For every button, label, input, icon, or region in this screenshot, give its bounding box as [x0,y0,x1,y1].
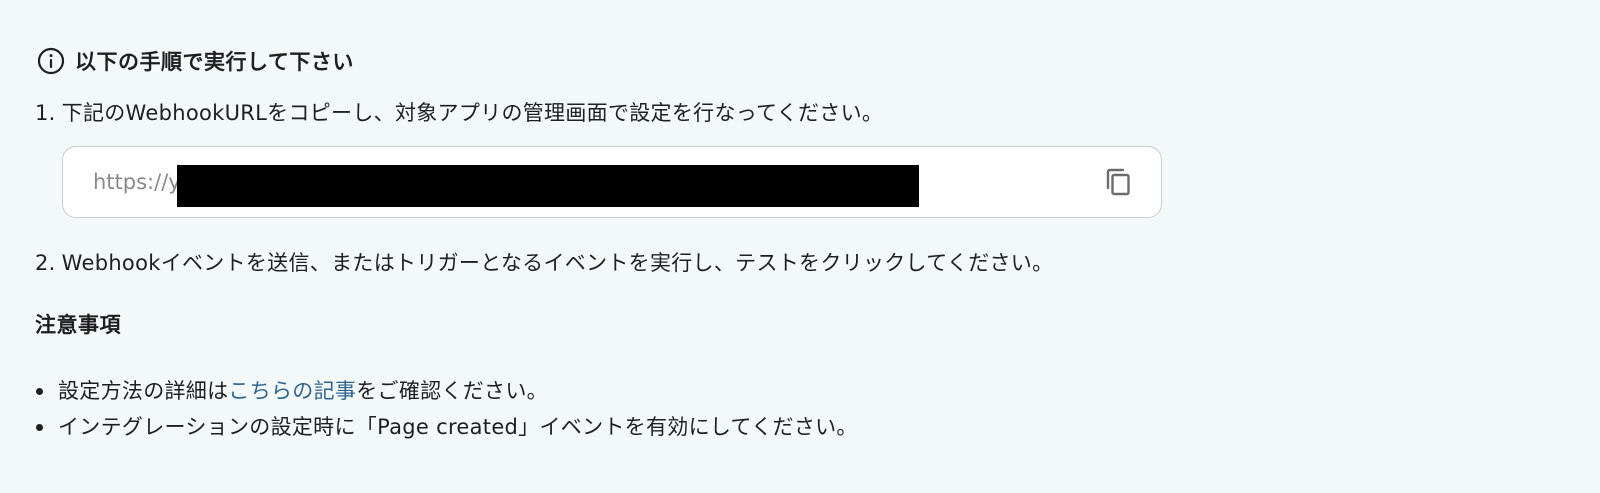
note-1-prefix: 設定方法の詳細は [58,379,229,403]
step-1-number: 1. [35,101,56,125]
list-item: インテグレーションの設定時に「Page created」イベントを有効にしてくだ… [35,409,858,445]
article-link[interactable]: こちらの記事 [228,379,356,403]
notes-list: 設定方法の詳細はこちらの記事をご確認ください。 インテグレーションの設定時に「P… [35,373,858,445]
notes-title: 注意事項 [35,313,121,337]
instructions-heading: 以下の手順で実行して下さい [36,44,354,78]
bullet-icon [36,388,43,395]
bullet-icon [36,424,43,431]
step-1: 1. 下記のWebhookURLをコピーし、対象アプリの管理画面で設定を行なってく… [35,98,883,128]
info-circle-icon [36,46,66,76]
step-2-text: Webhookイベントを送信、またはトリガーとなるイベントを実行し、テストをクリ… [61,251,1054,275]
copy-button[interactable] [1101,167,1135,201]
redaction-block [177,165,919,207]
instructions-panel: 以下の手順で実行して下さい 1. 下記のWebhookURLをコピーし、対象アプリ… [0,0,1600,493]
webhook-url-text[interactable]: https://y [93,167,181,197]
note-1-suffix: をご確認ください。 [356,379,548,403]
list-item: 設定方法の詳細はこちらの記事をご確認ください。 [35,373,858,409]
step-1-text: 下記のWebhookURLをコピーし、対象アプリの管理画面で設定を行なってくださ… [61,101,884,125]
note-2-text: インテグレーションの設定時に「Page created」イベントを有効にしてくだ… [58,415,858,439]
step-2: 2. Webhookイベントを送信、またはトリガーとなるイベントを実行し、テストを… [35,248,1053,278]
webhook-url-field[interactable]: https://y [62,146,1162,218]
heading-text: 以下の手順で実行して下さい [75,50,354,74]
step-2-number: 2. [35,251,56,275]
copy-icon[interactable] [1103,167,1133,201]
